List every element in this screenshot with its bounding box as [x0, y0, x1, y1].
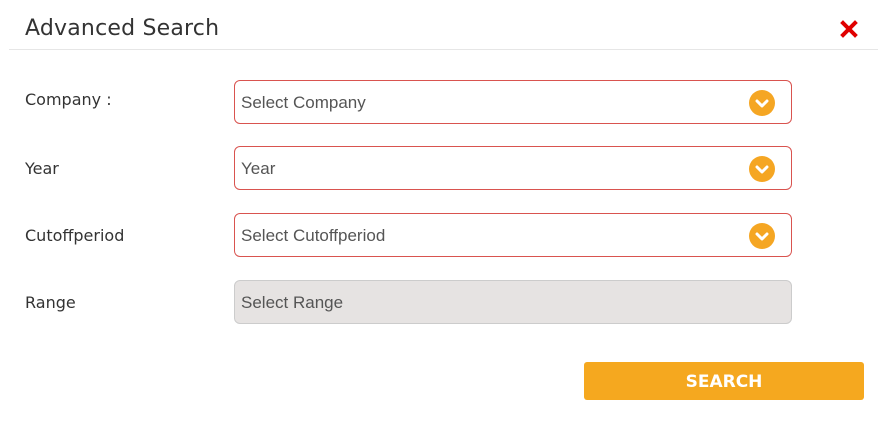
range-label: Range [25, 293, 76, 312]
range-select-value: Select Range [241, 293, 344, 312]
close-icon[interactable] [839, 19, 859, 39]
range-select: Select Range [234, 280, 792, 324]
advanced-search-dialog: Advanced Search Company : Select Company… [0, 0, 883, 424]
cutoffperiod-select-value: Select Cutoffperiod [241, 226, 386, 245]
dialog-header: Advanced Search [9, 0, 878, 50]
chevron-down-icon [749, 156, 775, 182]
year-select-value: Year [241, 159, 276, 178]
company-select-value: Select Company [241, 93, 366, 112]
year-label: Year [25, 159, 59, 178]
chevron-down-icon [749, 223, 775, 249]
chevron-down-icon [749, 90, 775, 116]
cutoffperiod-select[interactable]: Select Cutoffperiod [234, 213, 792, 257]
company-label: Company : [25, 90, 112, 109]
dialog-title: Advanced Search [25, 16, 220, 41]
year-select[interactable]: Year [234, 146, 792, 190]
cutoffperiod-label: Cutoffperiod [25, 226, 125, 245]
company-select[interactable]: Select Company [234, 80, 792, 124]
search-button[interactable]: SEARCH [584, 362, 864, 400]
